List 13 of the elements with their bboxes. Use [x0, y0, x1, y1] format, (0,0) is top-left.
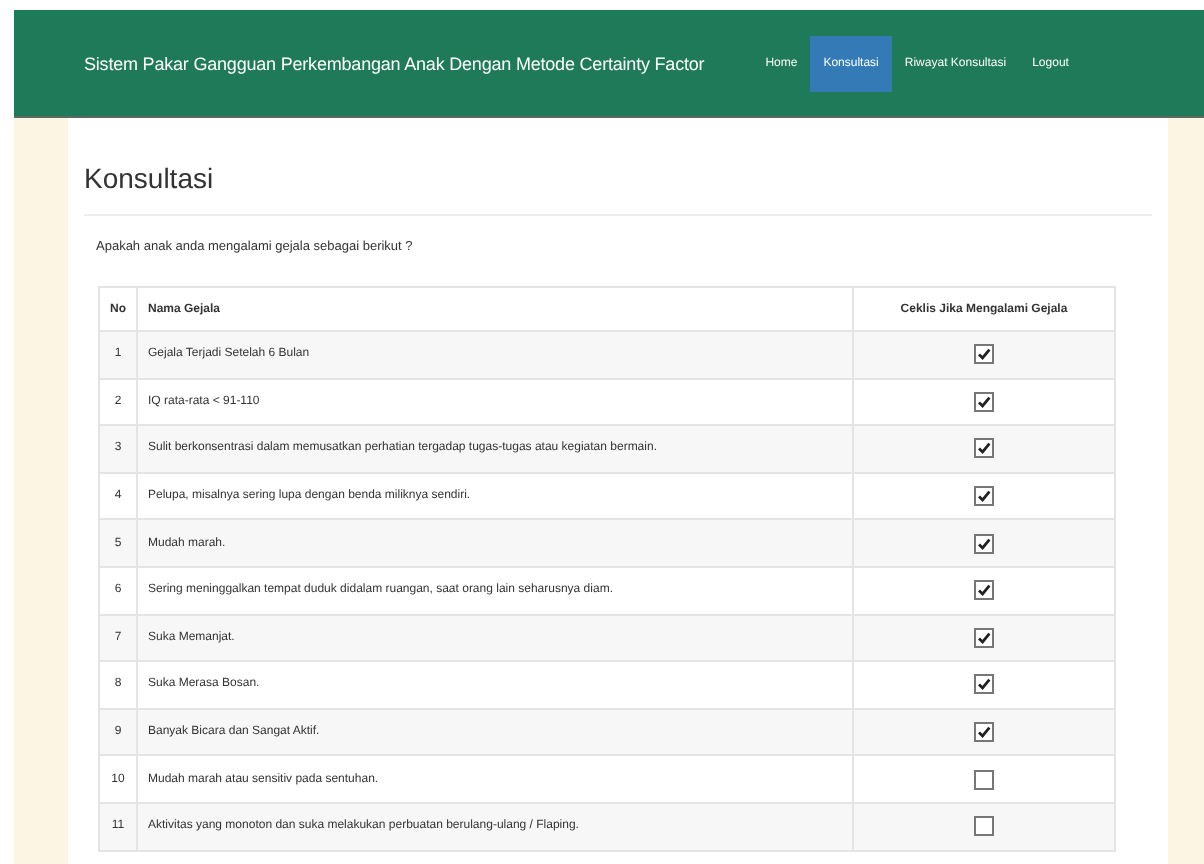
- checkbox[interactable]: [974, 344, 994, 365]
- checkbox[interactable]: [974, 674, 994, 695]
- checkbox[interactable]: [974, 722, 994, 743]
- checkbox[interactable]: [974, 533, 994, 554]
- page-title: Konsultasi: [84, 162, 1152, 216]
- checkbox[interactable]: [974, 627, 994, 648]
- checkbox[interactable]: [974, 769, 994, 790]
- brand-title: Sistem Pakar Gangguan Perkembangan Anak Dengan Metode Certainty Factor: [84, 53, 705, 73]
- checkbox[interactable]: [974, 486, 994, 507]
- checkbox[interactable]: [974, 816, 994, 837]
- checkbox[interactable]: [974, 438, 994, 459]
- checkbox[interactable]: [974, 391, 994, 412]
- checkbox[interactable]: [974, 580, 994, 601]
